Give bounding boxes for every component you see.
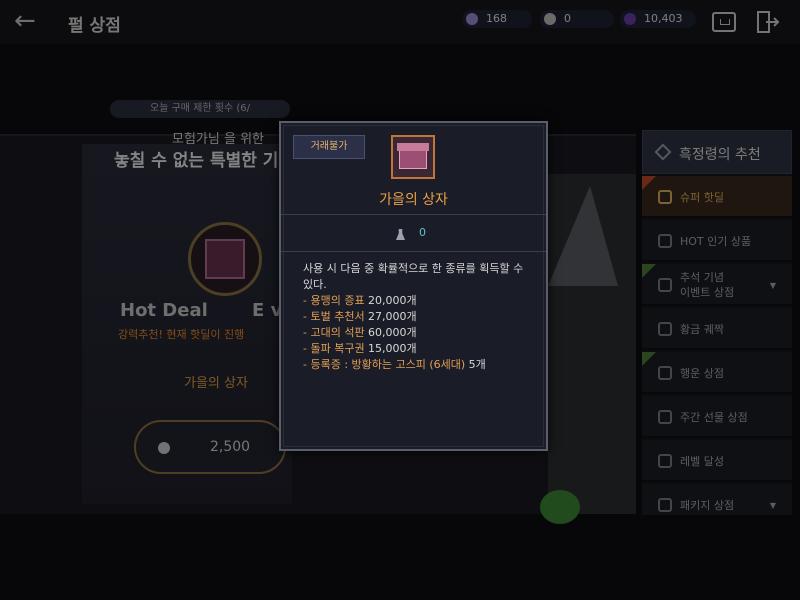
reward-line: - 토벌 추천서 27,000개 [303, 309, 533, 325]
reward-count: 20,000개 [364, 294, 417, 307]
reward-line: - 돌파 복구권 15,000개 [303, 341, 533, 357]
autumn-box-icon [391, 135, 435, 179]
reward-name: - 토벌 추천서 [303, 310, 365, 323]
bag-icon [396, 229, 405, 240]
untradeable-tag: 거래불가 [293, 135, 365, 159]
owned-count: 0 [419, 226, 426, 239]
reward-count: 27,000개 [364, 310, 417, 323]
item-name: 가을의 상자 [379, 192, 448, 208]
reward-name: - 등록증 : 방황하는 고스피 (6세대) [303, 358, 466, 371]
reward-name: - 고대의 석판 [303, 326, 365, 339]
description-text: 사용 시 다음 중 확률적으로 한 종류를 획득할 수 있다. [303, 262, 524, 291]
reward-name: - 돌파 복구권 [303, 342, 365, 355]
reward-count: 60,000개 [364, 326, 417, 339]
box-lid [397, 143, 429, 151]
reward-name: - 용맹의 증표 [303, 294, 365, 307]
reward-line: - 용맹의 증표 20,000개 [303, 293, 533, 309]
item-description: 사용 시 다음 중 확률적으로 한 종류를 획득할 수 있다. - 용맹의 증표… [303, 261, 533, 373]
owned-count-row: 0 [281, 216, 546, 252]
reward-line: - 등록증 : 방황하는 고스피 (6세대) 5개 [303, 357, 533, 373]
box-body [399, 149, 427, 169]
reward-count: 5개 [465, 358, 486, 371]
item-detail-popup: 거래불가 가을의 상자 0 사용 시 다음 중 확률적으로 한 종류를 획득할 … [279, 121, 548, 451]
popup-header: 거래불가 가을의 상자 [281, 123, 546, 215]
reward-line: - 고대의 석판 60,000개 [303, 325, 533, 341]
reward-count: 15,000개 [364, 342, 417, 355]
